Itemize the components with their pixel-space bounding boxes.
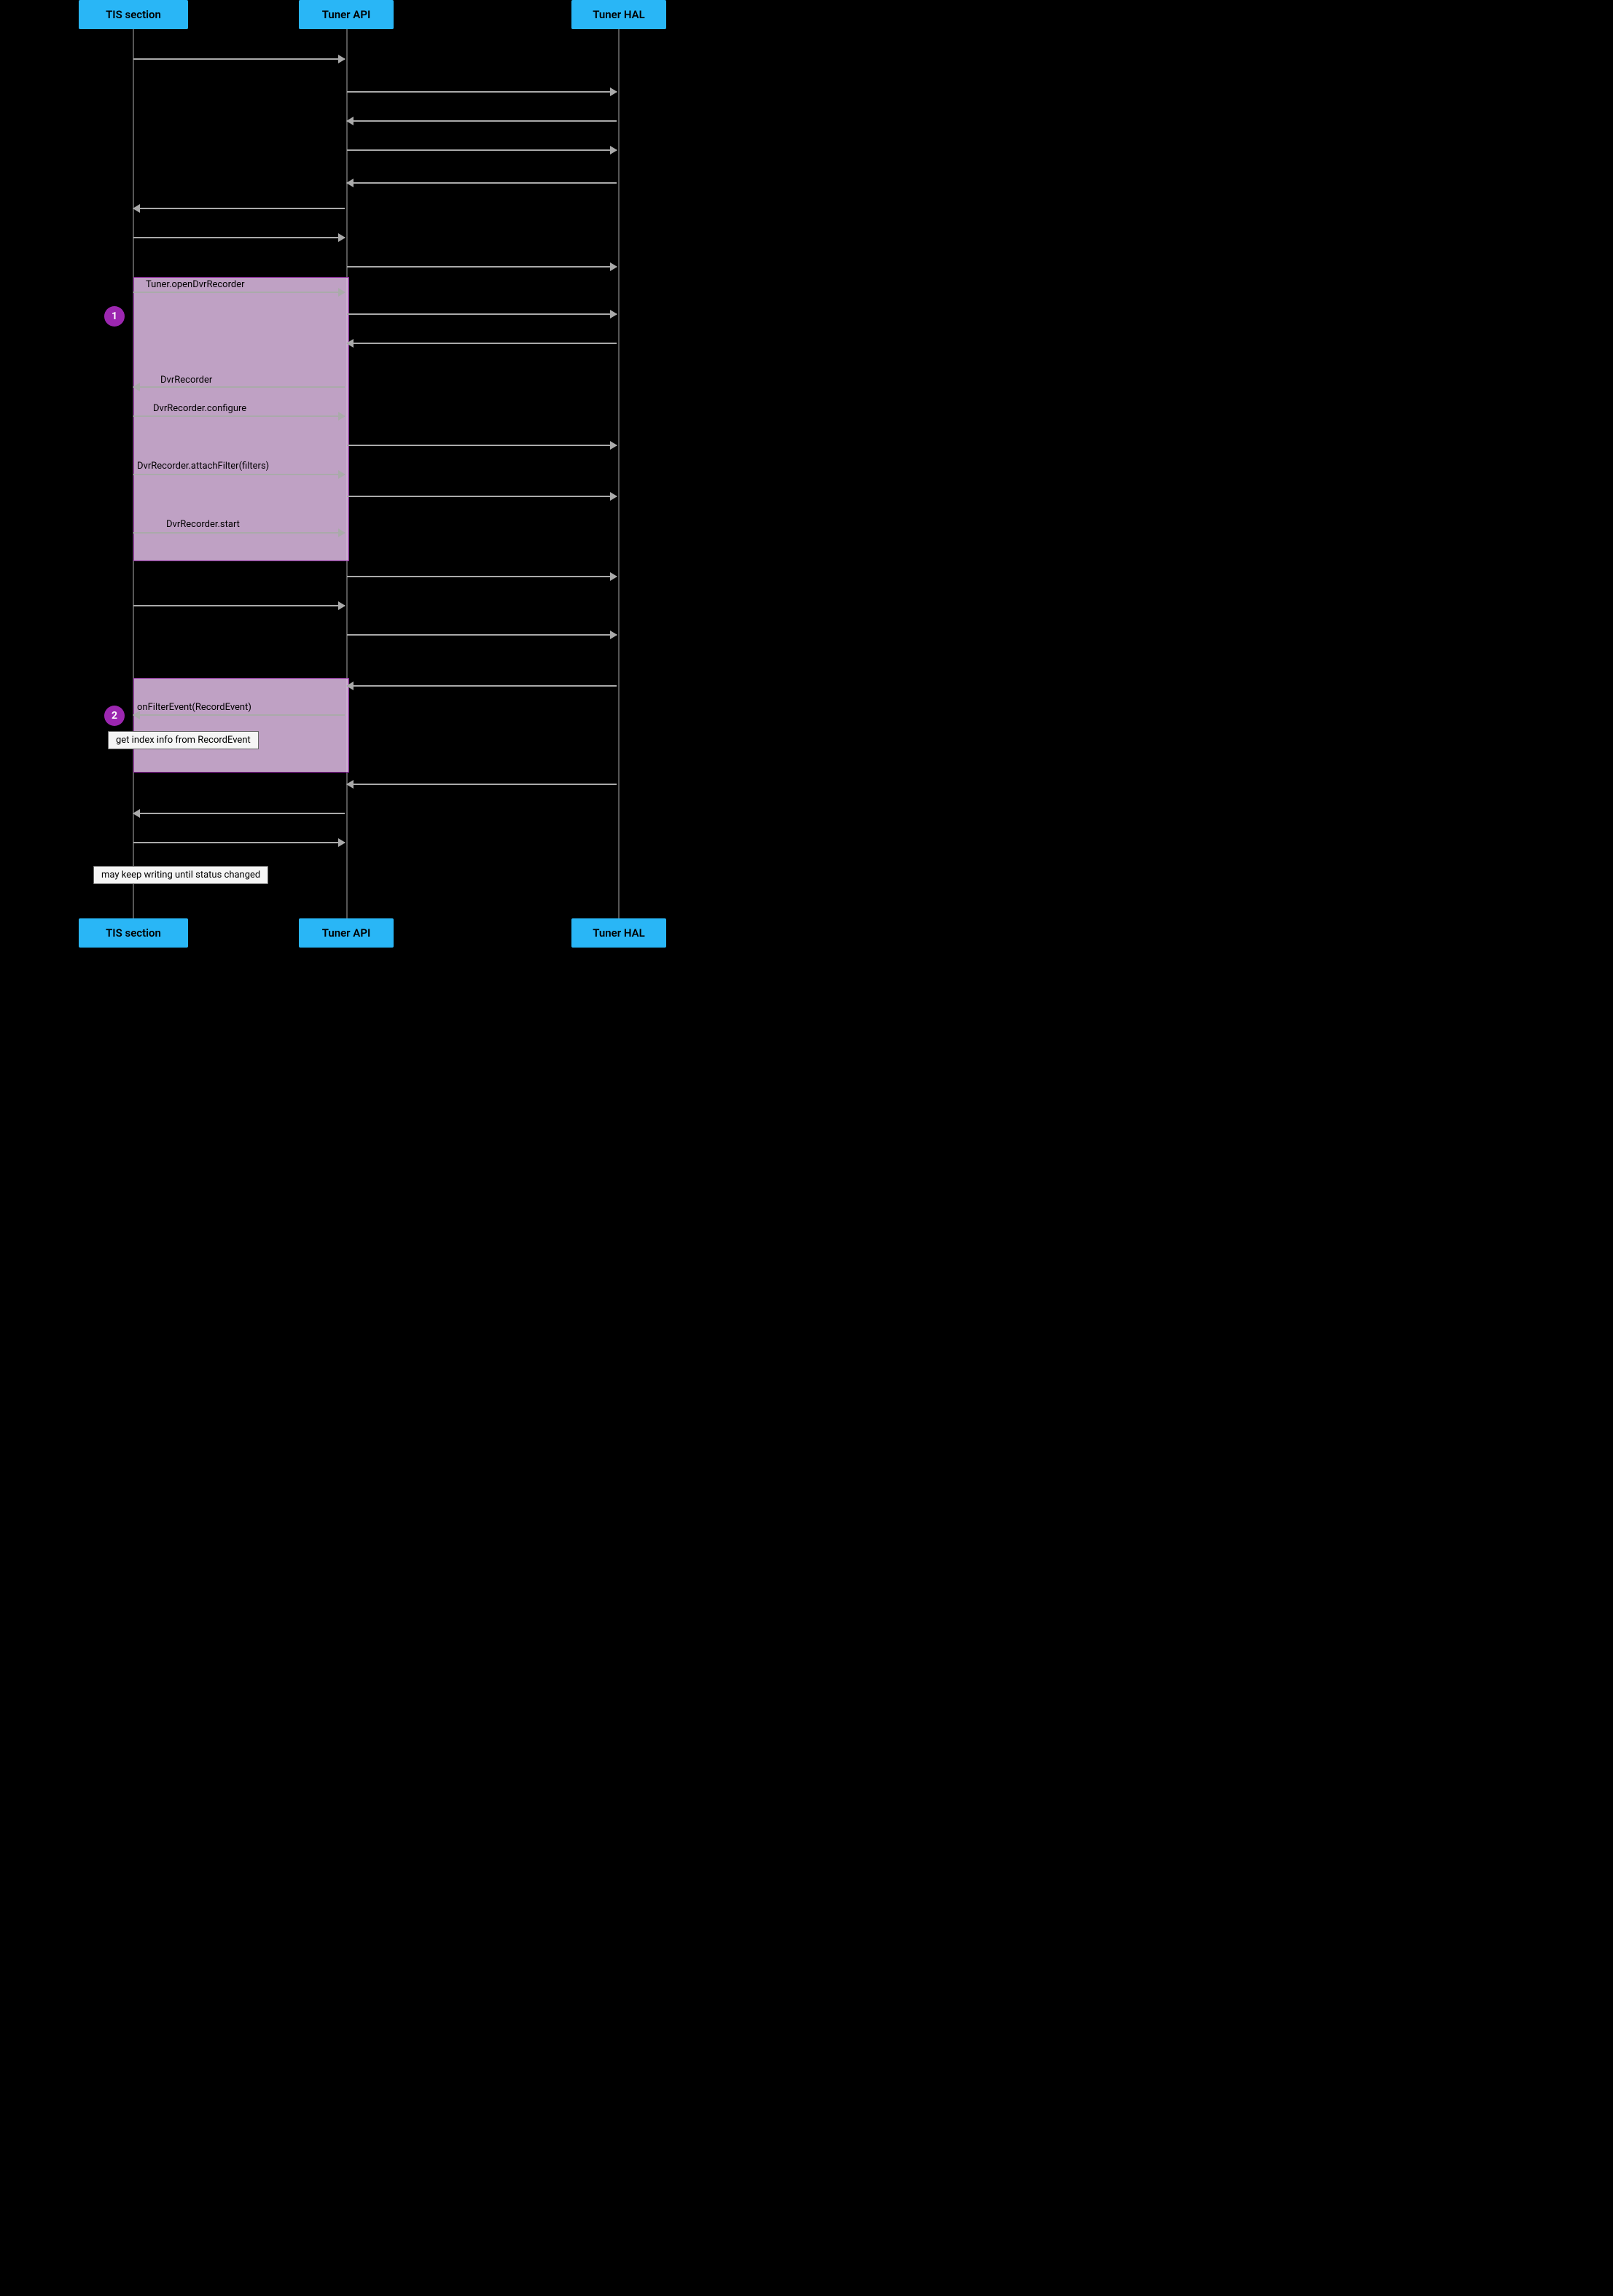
- tis-header-label: TIS section: [106, 8, 161, 21]
- info-box-2: may keep writing until status changed: [93, 866, 268, 884]
- arrow-m22: [133, 714, 345, 716]
- tuner-hal-footer-label: Tuner HAL: [593, 926, 644, 940]
- arrow-m2: [347, 91, 617, 93]
- tis-footer-label: TIS section: [106, 926, 161, 940]
- arrow-m8: [347, 266, 617, 268]
- activation-box-2: [133, 678, 349, 773]
- lifeline-line-tuner-hal: [618, 29, 620, 918]
- label-m12: DvrRecorder: [160, 375, 212, 386]
- arrow-m4: [347, 149, 617, 151]
- arrow-m9: [133, 292, 345, 293]
- arrow-m1: [133, 58, 345, 60]
- arrow-m17: [133, 532, 345, 534]
- tuner-api-footer-label: Tuner API: [322, 926, 371, 940]
- label-m15: DvrRecorder.attachFilter(filters): [137, 461, 269, 472]
- arrow-m15: [133, 474, 345, 475]
- arrow-m25: [133, 842, 345, 843]
- arrow-m10: [347, 313, 617, 315]
- arrow-m18: [347, 576, 617, 577]
- label-m22: onFilterEvent(RecordEvent): [137, 702, 251, 713]
- step-badge-1: 1: [104, 306, 125, 327]
- arrow-m20: [347, 634, 617, 636]
- label-m13: DvrRecorder.configure: [153, 403, 246, 414]
- arrow-m6: [133, 208, 345, 209]
- lifeline-header-tis: TIS section: [79, 0, 188, 29]
- arrow-m23: [347, 784, 617, 785]
- info-box-1: get index info from RecordEvent: [108, 731, 259, 749]
- arrow-m24: [133, 813, 345, 814]
- lifeline-footer-tis: TIS section: [79, 918, 188, 948]
- arrow-m21: [347, 685, 617, 687]
- tuner-hal-header-label: Tuner HAL: [593, 8, 644, 21]
- arrow-m13: [133, 415, 345, 417]
- diagram-container: TIS section Tuner API Tuner HAL 1 2 Tune…: [0, 0, 671, 948]
- arrow-m11: [347, 343, 617, 344]
- lifeline-footer-tuner-api: Tuner API: [299, 918, 394, 948]
- arrow-m16: [347, 496, 617, 497]
- arrow-m5: [347, 182, 617, 184]
- step-badge-2: 2: [104, 706, 125, 726]
- arrow-m14: [347, 445, 617, 446]
- lifeline-header-tuner-hal: Tuner HAL: [571, 0, 666, 29]
- lifeline-header-tuner-api: Tuner API: [299, 0, 394, 29]
- arrow-m7: [133, 237, 345, 238]
- lifeline-footer-tuner-hal: Tuner HAL: [571, 918, 666, 948]
- label-m17: DvrRecorder.start: [166, 519, 240, 530]
- arrow-m3: [347, 120, 617, 122]
- arrow-m12: [133, 386, 345, 388]
- tuner-api-header-label: Tuner API: [322, 8, 371, 21]
- arrow-m19: [133, 605, 345, 606]
- label-m9: Tuner.openDvrRecorder: [146, 279, 245, 290]
